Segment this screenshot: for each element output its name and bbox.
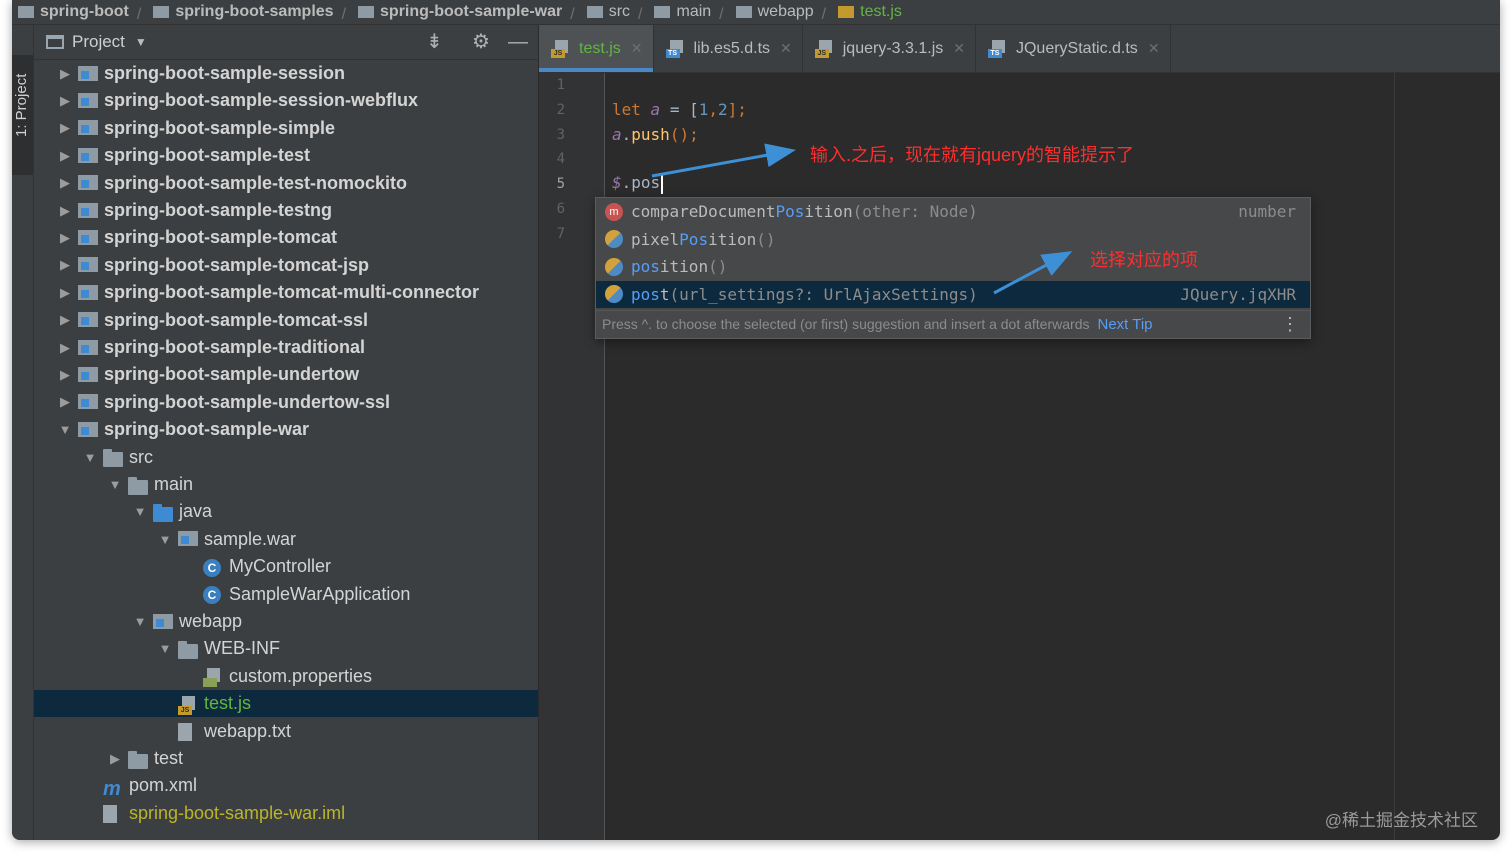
annotation-arrows	[651, 143, 1073, 295]
ide-window: spring-boot / spring-boot-samples / spring-b…	[12, 0, 1500, 840]
annotation-arrow-1	[651, 143, 796, 178]
annotation-arrow-2	[993, 251, 1073, 295]
annotation-note-1: 输入.之后，现在就有jquery的智能提示了	[810, 145, 1135, 165]
annotation-note-2: 选择对应的项	[1090, 250, 1198, 270]
watermark: @稀土掘金技术社区	[1324, 811, 1478, 830]
